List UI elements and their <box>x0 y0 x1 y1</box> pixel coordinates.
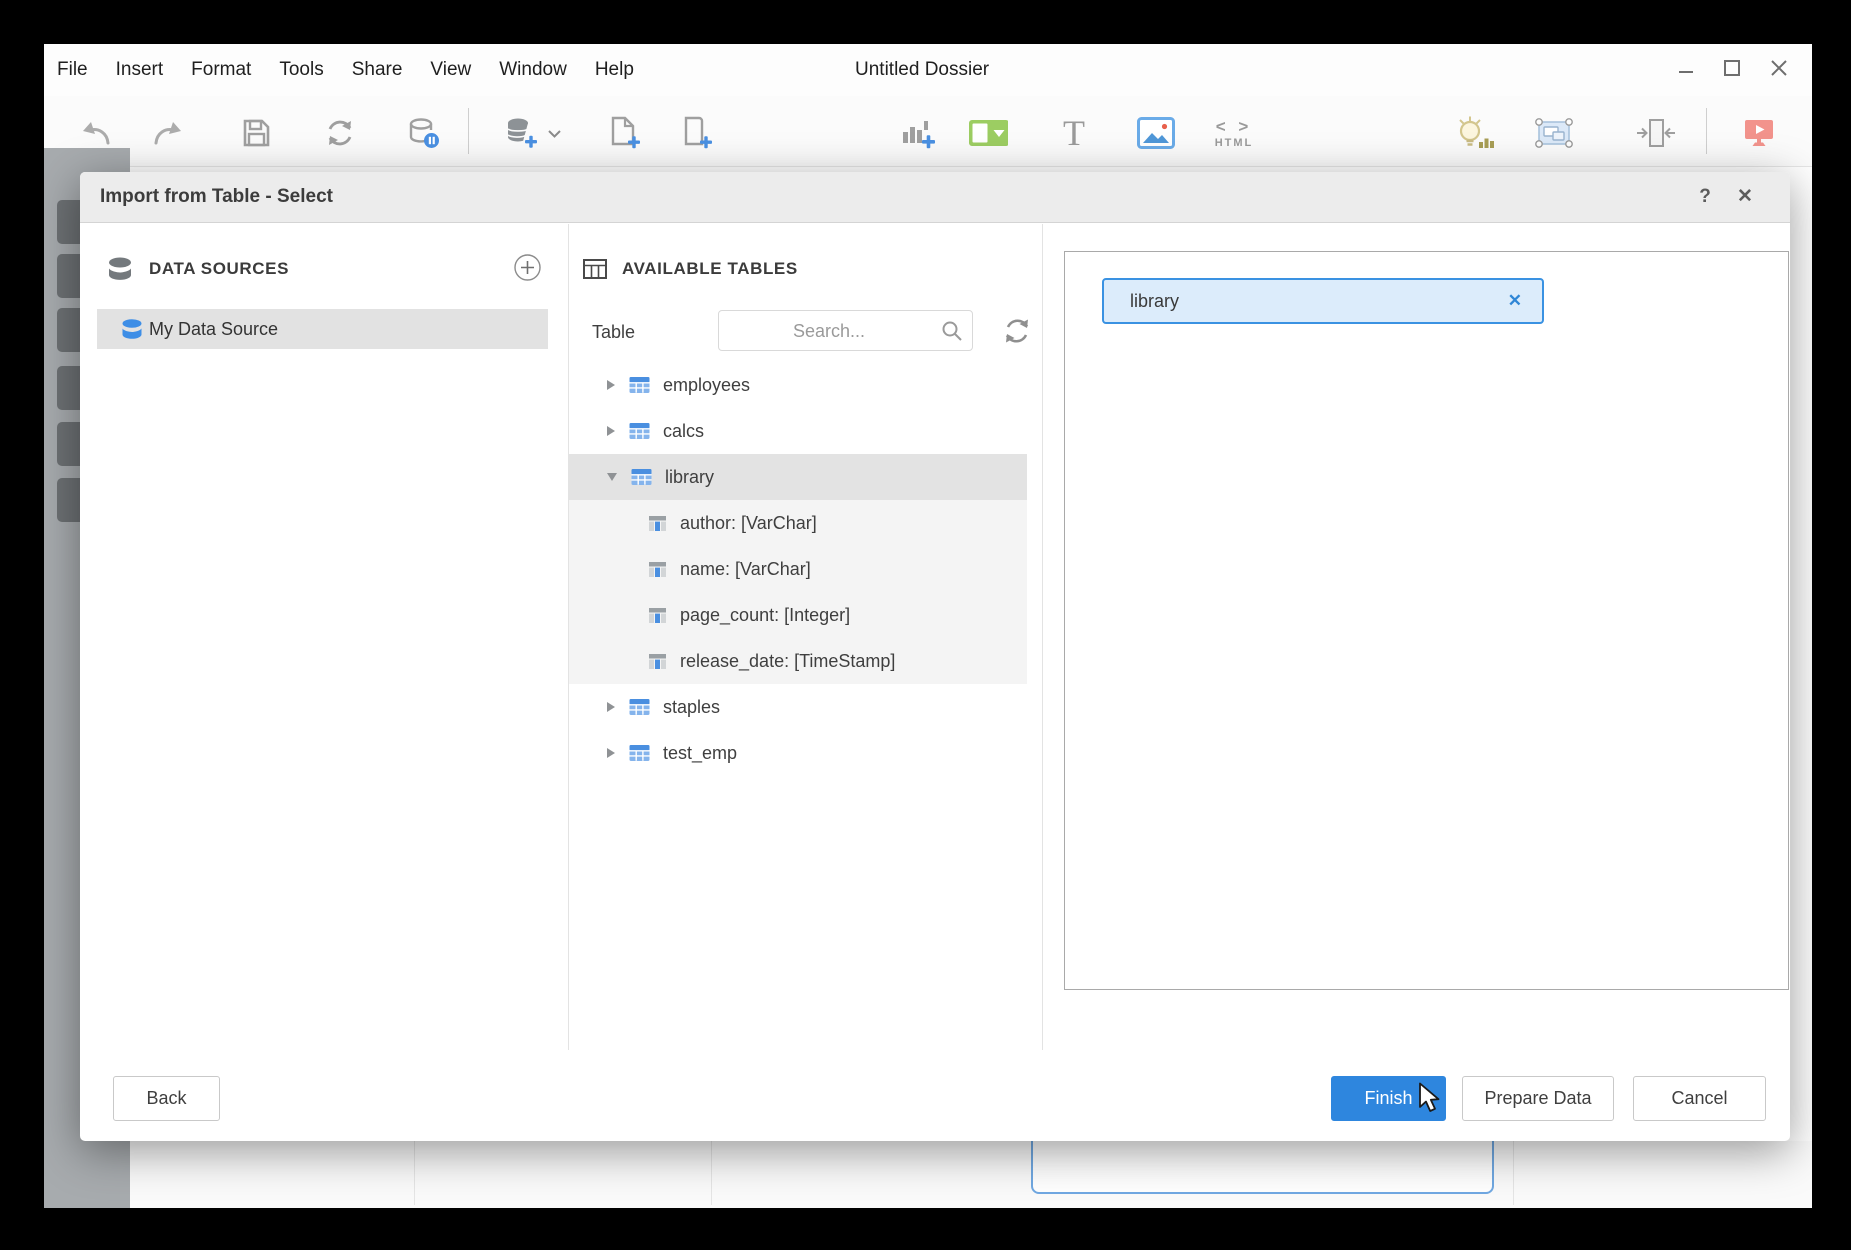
menu-window[interactable]: Window <box>499 59 567 81</box>
dialog-title: Import from Table - Select <box>100 172 333 222</box>
tree-column-author[interactable]: author: [VarChar] <box>569 500 1107 546</box>
available-tables-header: AVAILABLE TABLES <box>582 254 798 284</box>
tree-item-staples[interactable]: staples <box>569 684 1027 730</box>
tree-column-label: name: [VarChar] <box>680 559 811 580</box>
table-icon <box>629 422 650 440</box>
add-data-source-button[interactable] <box>514 254 541 281</box>
refresh-icon[interactable] <box>320 113 360 153</box>
document-title: Untitled Dossier <box>855 44 989 96</box>
minimize-icon[interactable] <box>1676 58 1696 83</box>
expand-arrow-icon[interactable] <box>607 426 615 436</box>
help-icon[interactable]: ? <box>1688 172 1722 222</box>
data-sources-header: DATA SOURCES <box>105 254 289 284</box>
presentation-icon[interactable] <box>1739 113 1779 153</box>
database-status-icon[interactable] <box>404 113 444 153</box>
html-icon[interactable]: < > HTML <box>1214 113 1254 153</box>
add-data-icon[interactable] <box>502 113 542 153</box>
expand-arrow-icon[interactable] <box>607 702 615 712</box>
tree-item-employees[interactable]: employees <box>569 362 1027 408</box>
table-icon <box>629 698 650 716</box>
dialog-close-icon[interactable]: ✕ <box>1728 172 1762 222</box>
tree-item-calcs[interactable]: calcs <box>569 408 1027 454</box>
fit-page-icon[interactable] <box>1635 113 1675 153</box>
tree-column-page-count[interactable]: page_count: [Integer] <box>569 592 1107 638</box>
toolbar-separator <box>468 108 469 154</box>
import-from-table-dialog: Import from Table - Select ? ✕ DATA SOUR… <box>80 172 1790 1141</box>
tree-item-label: library <box>665 467 714 488</box>
search-icon[interactable] <box>940 319 964 348</box>
tree-item-label: test_emp <box>663 743 737 764</box>
tree-column-release-date[interactable]: release_date: [TimeStamp] <box>569 638 1107 684</box>
expand-arrow-icon[interactable] <box>607 748 615 758</box>
table-icon <box>629 744 650 762</box>
expand-arrow-icon[interactable] <box>607 380 615 390</box>
chip-remove-icon[interactable]: ✕ <box>1508 291 1522 311</box>
tree-column-label: page_count: [Integer] <box>680 605 850 626</box>
cancel-button[interactable]: Cancel <box>1633 1076 1766 1121</box>
selected-tables-box: library ✕ <box>1064 251 1789 990</box>
mouse-cursor <box>1417 1082 1445 1119</box>
insights-icon[interactable] <box>1454 113 1494 153</box>
text-icon[interactable]: T <box>1054 113 1094 153</box>
tree-item-label: calcs <box>663 421 704 442</box>
tree-item-library[interactable]: library <box>569 454 1027 500</box>
data-source-label: My Data Source <box>149 319 278 340</box>
add-data-chevron-icon[interactable] <box>544 113 564 153</box>
table-search-box <box>718 310 973 351</box>
selector-icon[interactable] <box>968 113 1008 153</box>
tree-column-label: author: [VarChar] <box>680 513 817 534</box>
maximize-icon[interactable] <box>1722 58 1742 83</box>
tree-column-name[interactable]: name: [VarChar] <box>569 546 1107 592</box>
add-chapter-icon[interactable] <box>676 113 716 153</box>
layout-icon[interactable] <box>1534 113 1574 153</box>
add-page-icon[interactable] <box>604 113 644 153</box>
redo-icon[interactable] <box>148 113 188 153</box>
selected-table-chip[interactable]: library ✕ <box>1102 278 1544 324</box>
tree-item-label: employees <box>663 375 750 396</box>
prepare-data-button[interactable]: Prepare Data <box>1462 1076 1614 1121</box>
undo-icon[interactable] <box>76 113 116 153</box>
table-icon <box>631 468 652 486</box>
table-outline-icon <box>582 257 608 281</box>
table-label: Table <box>592 318 635 346</box>
menu-format[interactable]: Format <box>191 59 251 81</box>
menu-view[interactable]: View <box>430 59 471 81</box>
menu-file[interactable]: File <box>57 59 88 81</box>
data-source-item[interactable]: My Data Source <box>97 309 548 349</box>
toolbar: T < > HTML <box>44 96 1812 167</box>
menu-tools[interactable]: Tools <box>279 59 323 81</box>
refresh-tables-icon[interactable] <box>1002 316 1032 346</box>
save-icon[interactable] <box>236 113 276 153</box>
chip-label: library <box>1130 291 1508 312</box>
image-icon[interactable] <box>1136 113 1176 153</box>
dialog-titlebar[interactable]: Import from Table - Select ? ✕ <box>80 172 1790 223</box>
add-visualization-icon[interactable] <box>898 113 938 153</box>
database-icon <box>105 256 135 283</box>
column-icon <box>649 562 666 577</box>
database-icon <box>119 318 145 341</box>
tree-column-label: release_date: [TimeStamp] <box>680 651 895 672</box>
tree-item-label: staples <box>663 697 720 718</box>
tree-item-test-emp[interactable]: test_emp <box>569 730 1027 776</box>
toolbar-separator <box>1706 108 1707 154</box>
menu-share[interactable]: Share <box>352 59 403 81</box>
table-icon <box>629 376 650 394</box>
canvas-background <box>130 1141 1812 1208</box>
search-input[interactable] <box>727 311 931 352</box>
menu-insert[interactable]: Insert <box>116 59 164 81</box>
menu-bar: File Insert Format Tools Share View Wind… <box>44 44 1812 96</box>
menu-help[interactable]: Help <box>595 59 634 81</box>
collapse-arrow-icon[interactable] <box>607 473 617 481</box>
close-icon[interactable] <box>1768 57 1790 84</box>
column-icon <box>649 516 666 531</box>
column-icon <box>649 654 666 669</box>
column-icon <box>649 608 666 623</box>
back-button[interactable]: Back <box>113 1076 220 1121</box>
